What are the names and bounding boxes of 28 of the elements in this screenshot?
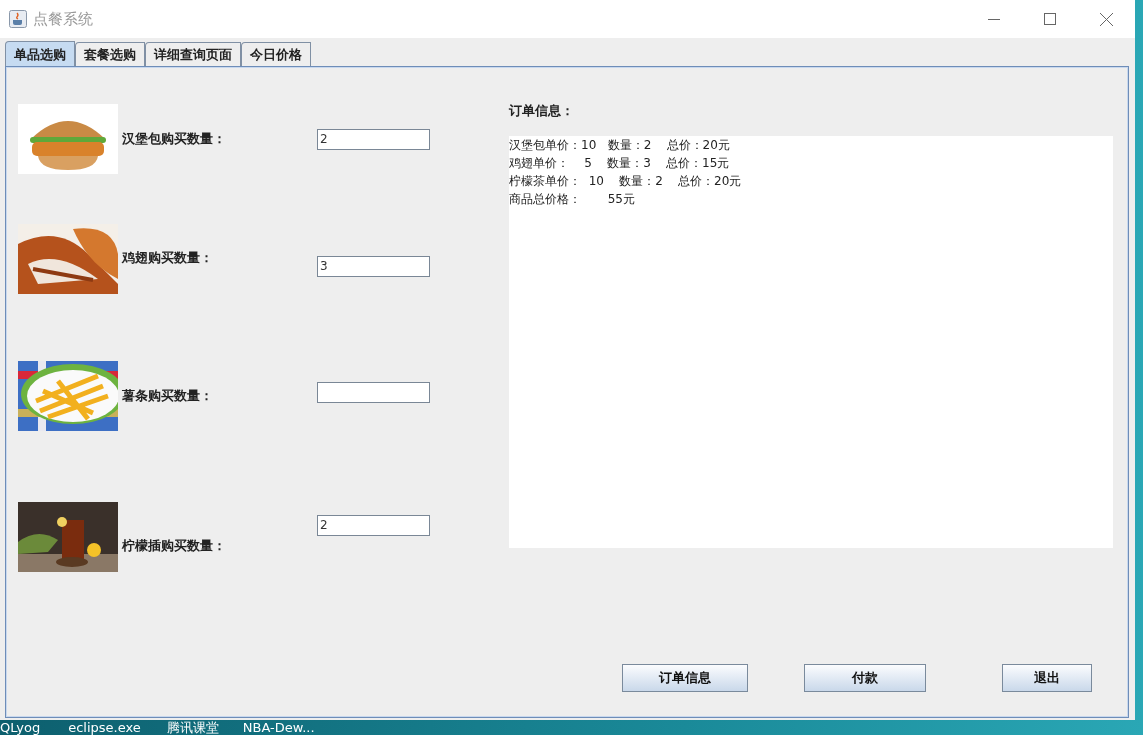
order-line: 商品总价格： 55元 bbox=[509, 191, 635, 208]
desktop-icon-label[interactable]: NBA-Dew... bbox=[242, 720, 315, 735]
order-line: 柠檬茶单价： 10 数量：2 总价：20元 bbox=[509, 173, 742, 190]
tab[interactable]: 今日价格 bbox=[241, 42, 311, 66]
action-button[interactable]: 订单信息 bbox=[622, 664, 748, 692]
desktop-icon-label[interactable]: 腾讯课堂 bbox=[166, 720, 219, 735]
quantity-label: 柠檬插购买数量： bbox=[122, 537, 227, 555]
quantity-label: 汉堡包购买数量： bbox=[122, 130, 227, 148]
close-icon[interactable] bbox=[1100, 12, 1113, 26]
maximize-icon[interactable] bbox=[1044, 12, 1056, 25]
quantity-field[interactable]: 2 bbox=[317, 128, 430, 150]
tab[interactable]: 套餐选购 bbox=[75, 42, 145, 66]
action-button[interactable]: 付款 bbox=[804, 664, 926, 692]
tab[interactable]: 单品选购 bbox=[5, 41, 75, 66]
desktop-icon-label[interactable]: eclipse.exe bbox=[68, 720, 141, 735]
coffee-cup-icon bbox=[9, 10, 27, 28]
quantity-label: 鸡翅购买数量： bbox=[122, 249, 214, 267]
action-button[interactable]: 退出 bbox=[1002, 664, 1092, 692]
quantity-field[interactable]: 3 bbox=[317, 255, 430, 277]
tab[interactable]: 详细查询页面 bbox=[145, 42, 241, 66]
order-title: 订单信息： bbox=[509, 102, 575, 120]
quantity-field[interactable] bbox=[317, 381, 430, 403]
order-line: 汉堡包单价：10 数量：2 总价：20元 bbox=[509, 137, 730, 154]
desktop-icon-label[interactable]: QLyog bbox=[0, 720, 41, 735]
quantity-field[interactable]: 2 bbox=[317, 514, 430, 536]
quantity-label: 薯条购买数量： bbox=[122, 387, 214, 405]
order-line: 鸡翅单价： 5 数量：3 总价：15元 bbox=[509, 155, 730, 172]
window-title: 点餐系统 bbox=[33, 9, 93, 29]
